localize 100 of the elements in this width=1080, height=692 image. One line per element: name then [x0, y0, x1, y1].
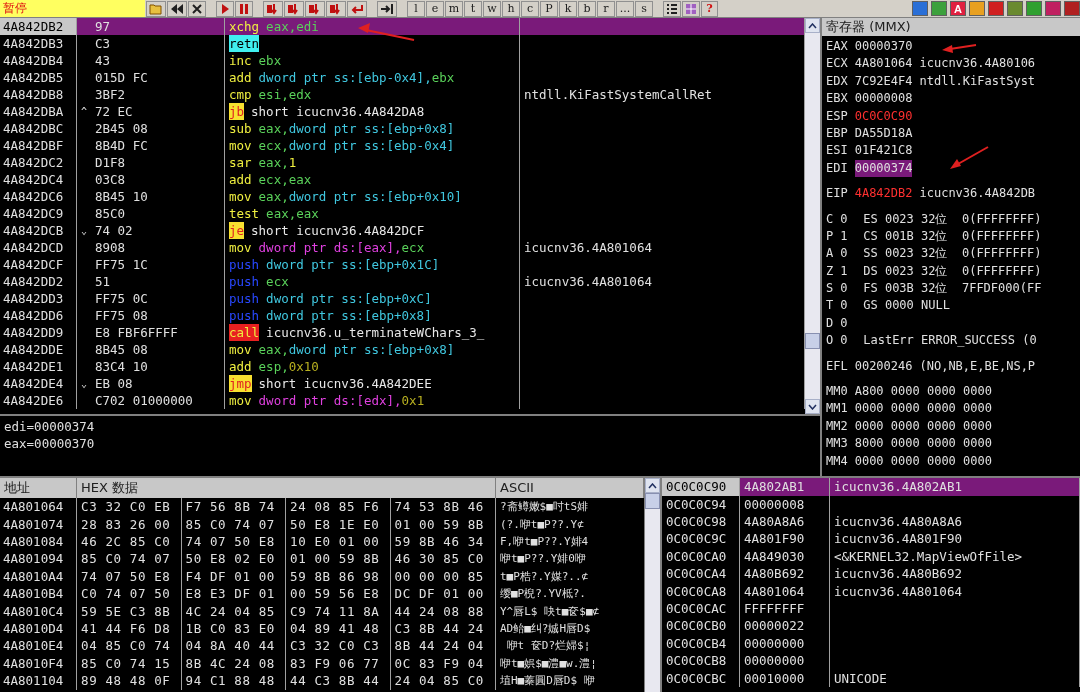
column-header[interactable]: HEX 数据 [77, 478, 496, 499]
mnemonic: jmp [229, 375, 252, 392]
operands: eax,dword ptr ss:[ebp+0x10] [258, 188, 462, 205]
window-button[interactable]: b [578, 0, 596, 17]
window-button[interactable]: r [597, 0, 615, 17]
pause-icon[interactable] [235, 0, 253, 17]
close-icon[interactable] [188, 0, 206, 17]
window-button[interactable]: w [483, 0, 501, 17]
window-button[interactable]: t [464, 0, 482, 17]
machine-code: 51 [95, 273, 111, 290]
address-cell: 0C0C0C94 [662, 495, 740, 514]
hex-bytes: 74 07 50 E8 [77, 567, 182, 586]
hex-bytes: 10 E0 01 00 [286, 533, 391, 551]
register-value: 00000370 [854, 38, 913, 55]
machine-code: 74 02 [95, 222, 133, 239]
font-button[interactable]: A [950, 1, 966, 16]
hex-bytes: F4 DF 01 00 [181, 567, 286, 586]
mnemonic: mov [229, 239, 252, 256]
machine-code: EB 08 [95, 375, 133, 392]
step-icon[interactable] [326, 0, 346, 17]
window-button[interactable]: P [540, 0, 558, 17]
window-button[interactable]: k [559, 0, 577, 17]
return-icon[interactable] [347, 0, 367, 17]
run-icon[interactable] [216, 0, 234, 17]
ascii-cell-text: 埴H■蓁圓D唇D$ 咿 [499, 673, 596, 690]
hex-bytes: 59 8B 46 34 [393, 533, 485, 551]
register-comment: (NO,NB,E,BE,NS,P [919, 357, 1036, 375]
segment-info: FS 003B 32位 7FFDF000(FF [863, 280, 1042, 298]
window-button[interactable]: h [502, 0, 520, 17]
address-cell: 4A842DBA [0, 103, 77, 120]
address-cell: 4A842DE1 [0, 358, 77, 375]
register-value: 0000 0000 0000 0000 [854, 400, 992, 418]
mnemonic: push [229, 307, 260, 324]
step-icon[interactable] [263, 0, 283, 17]
mnemonic: add [229, 69, 252, 86]
operands: eax,1 [258, 154, 297, 171]
comment-cell: icucnv36.4A802AB1 [830, 478, 1080, 496]
stack-value: 4A849030 [740, 547, 830, 566]
scrollbar[interactable] [805, 18, 820, 414]
register-value: 0000 0000 0000 0000 [854, 417, 992, 435]
machine-code: E8 FBF6FFFF [95, 324, 178, 341]
register-name: EDX [826, 72, 848, 90]
toolbar-icon[interactable] [969, 1, 985, 16]
address-cell: 4A8010E4 [0, 637, 77, 655]
segment-info: DS 0023 32位 0(FFFFFFFF) [863, 262, 1042, 280]
goto-icon[interactable] [377, 0, 397, 17]
address-cell: 4A842DE6 [0, 392, 77, 409]
segment-info: ES 0023 32位 0(FFFFFFFF) [863, 210, 1042, 228]
ascii-cell-text: 缨■P棿?.YV柢?. [499, 586, 587, 603]
flag-name: Z [826, 262, 834, 280]
segment-info: LastErr ERROR_SUCCESS (0 [863, 332, 1037, 350]
machine-code: C3 [95, 35, 111, 52]
flag-value: 0 [840, 245, 849, 263]
hex-bytes: 41 44 F6 D8 [77, 620, 182, 638]
scroll-up-icon[interactable] [808, 22, 817, 29]
selected-row[interactable]: 4A842DB2 97 xchg eax,edi [0, 18, 805, 35]
step-icon[interactable] [305, 0, 325, 17]
window-button[interactable]: ... [616, 0, 634, 17]
stack-value: 00000000 [740, 652, 830, 670]
hex-bytes: E8 E3 DF 01 [181, 585, 286, 603]
window-button[interactable]: s [635, 0, 653, 17]
stack-value: 4A80B692 [740, 565, 830, 583]
list-icon[interactable] [663, 0, 681, 17]
machine-code: FF75 0C [95, 290, 148, 307]
jump-marker: ⌄ [81, 224, 89, 238]
scroll-thumb[interactable] [805, 333, 820, 349]
window-button[interactable]: l [407, 0, 425, 17]
help-button[interactable]: ? [701, 0, 718, 17]
mnemonic: sub [229, 120, 252, 137]
hex-bytes: 59 5E C3 8B [77, 602, 182, 621]
step-icon[interactable] [284, 0, 304, 17]
register-comment: icucnv36.4A80106 [919, 55, 1036, 73]
scrollbar[interactable] [644, 478, 660, 692]
register-value: 0000 0000 0000 0000 [854, 452, 992, 470]
address-cell: 4A801104 [0, 672, 77, 690]
operands: eax,dword ptr ss:[ebp+0x8] [258, 341, 455, 358]
register-name: ECX [826, 55, 848, 73]
scroll-down-icon[interactable] [808, 403, 817, 410]
register-name: ESP [826, 107, 848, 125]
mnemonic: call [229, 324, 260, 341]
register-name: MM1 [826, 400, 848, 418]
scroll-thumb[interactable] [645, 493, 660, 510]
rewind-icon[interactable] [167, 0, 187, 17]
hex-bytes: 85 C0 74 15 [77, 654, 182, 673]
column-header[interactable]: 地址 [0, 478, 77, 499]
address-cell: 0C0C0C90 [662, 478, 740, 496]
hex-bytes: 04 85 C0 74 [77, 637, 182, 655]
register-value: 00000008 [854, 90, 913, 108]
flag-name: S [826, 280, 834, 298]
window-button[interactable]: e [426, 0, 444, 17]
address-cell: 4A842DC6 [0, 188, 77, 205]
window-button[interactable]: m [445, 0, 463, 17]
window-button[interactable]: c [521, 0, 539, 17]
operands: ebx [258, 52, 282, 69]
scroll-up-icon[interactable] [648, 482, 657, 489]
stack-value: 00010000 [740, 669, 830, 687]
hex-bytes: 00 00 00 85 [393, 567, 485, 586]
machine-code: 8908 [95, 239, 126, 256]
address-cell: 4A8010A4 [0, 567, 77, 586]
stack-value: 4A801064 [740, 582, 830, 601]
